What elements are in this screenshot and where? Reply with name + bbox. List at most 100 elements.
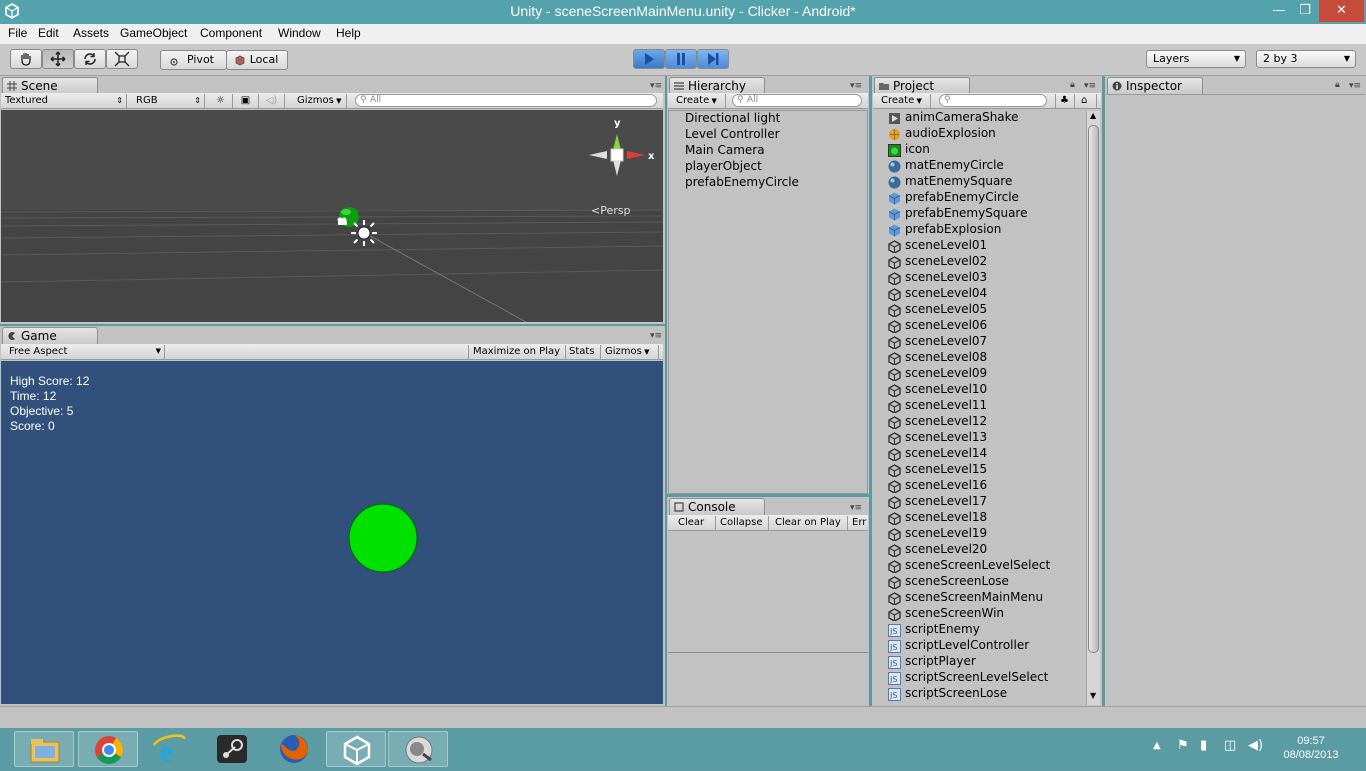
taskbar-steam[interactable] [202, 731, 262, 767]
taskbar-chrome[interactable] [78, 731, 138, 767]
taskbar-file-explorer[interactable] [14, 731, 74, 767]
project-item-scene-level20[interactable]: sceneLevel20 [905, 542, 987, 556]
game-viewport[interactable]: High Score: 12 Time: 12 Objective: 5 Sco… [1, 361, 663, 704]
project-item-scene-level19[interactable]: sceneLevel19 [905, 526, 987, 540]
persp-label[interactable]: <Persp [591, 204, 630, 217]
maximize-on-play-toggle[interactable]: Maximize on Play [468, 345, 566, 359]
stats-toggle[interactable]: Stats [565, 345, 601, 359]
project-item-mat-enemy-square[interactable]: matEnemySquare [905, 174, 1012, 188]
lock-icon[interactable]: 🔒︎ [1335, 80, 1340, 90]
project-item-scene-screen-lose[interactable]: sceneScreenLose [905, 574, 1009, 588]
lighting-toggle[interactable]: ☼ [209, 94, 233, 108]
volume-icon[interactable]: ◀) [1248, 738, 1263, 753]
layout-dropdown[interactable]: 2 by 3 ▼ [1256, 50, 1356, 68]
scroll-down-icon[interactable]: ▼ [1090, 691, 1096, 700]
console-detail-area[interactable] [668, 654, 868, 705]
project-item-scene-level07[interactable]: sceneLevel07 [905, 334, 987, 348]
console-error-pause-toggle[interactable]: Err [848, 516, 868, 530]
panel-menu-icon[interactable]: ▾≡ [850, 503, 862, 513]
console-clear-button[interactable]: Clear [674, 516, 716, 530]
move-tool-button[interactable] [42, 49, 74, 69]
menu-component[interactable]: Component [200, 26, 262, 40]
menu-edit[interactable]: Edit [38, 26, 59, 40]
scroll-up-icon[interactable]: ▲ [1090, 111, 1096, 120]
hierarchy-search-input[interactable]: ⚲ All [732, 94, 862, 107]
panel-menu-icon[interactable]: ▾≡ [650, 331, 662, 341]
panel-menu-icon[interactable]: ▾≡ [1349, 81, 1361, 91]
project-item-scene-level04[interactable]: sceneLevel04 [905, 286, 987, 300]
console-log-area[interactable] [668, 533, 868, 653]
console-clear-on-play-toggle[interactable]: Clear on Play [771, 516, 848, 530]
project-item-prefab-enemy-square[interactable]: prefabEnemySquare [905, 206, 1027, 220]
show-hidden-icons-icon[interactable]: ▲ [1153, 740, 1161, 751]
panel-menu-icon[interactable]: ▾≡ [850, 81, 862, 91]
battery-icon[interactable]: ▮ [1200, 738, 1207, 753]
menu-help[interactable]: Help [336, 26, 361, 40]
menu-gameobject[interactable]: GameObject [120, 26, 187, 40]
shading-dropdown[interactable]: Textured ⇕ [1, 94, 127, 108]
panel-menu-icon[interactable]: ▾≡ [1084, 81, 1096, 91]
project-item-scene-level18[interactable]: sceneLevel18 [905, 510, 987, 524]
taskbar-firefox[interactable] [264, 731, 324, 767]
taskbar-unity[interactable] [326, 731, 386, 767]
hierarchy-item-main-camera[interactable]: Main Camera [685, 143, 765, 157]
step-button[interactable] [697, 49, 729, 69]
hierarchy-item-player-object[interactable]: playerObject [685, 159, 762, 173]
project-scroll-thumb[interactable] [1088, 125, 1099, 653]
project-item-mat-enemy-circle[interactable]: matEnemyCircle [905, 158, 1004, 172]
layers-dropdown[interactable]: Layers ▼ [1146, 50, 1246, 68]
pivot-toggle[interactable]: Pivot [160, 50, 227, 70]
panel-menu-icon[interactable]: ▾≡ [650, 81, 662, 91]
project-item-scene-level13[interactable]: sceneLevel13 [905, 430, 987, 444]
project-item-icon[interactable]: icon [905, 142, 930, 156]
project-item-script-screen-lose[interactable]: scriptScreenLose [905, 686, 1007, 700]
menu-window[interactable]: Window [278, 26, 321, 40]
minimize-button[interactable]: — [1266, 0, 1292, 22]
image-effects-toggle[interactable]: ▣ [233, 94, 259, 108]
pause-button[interactable] [665, 49, 697, 69]
game-gizmos-dropdown[interactable]: Gizmos ▼ [601, 345, 659, 359]
project-scrollbar[interactable]: ▲ ▼ [1086, 111, 1100, 705]
project-item-scene-level09[interactable]: sceneLevel09 [905, 366, 987, 380]
project-item-script-screen-level-select[interactable]: scriptScreenLevelSelect [905, 670, 1048, 684]
taskbar-internet-explorer[interactable]: e [140, 731, 200, 768]
project-item-scene-level12[interactable]: sceneLevel12 [905, 414, 987, 428]
project-search-input[interactable]: ⚲ [939, 94, 1047, 107]
project-item-script-enemy[interactable]: scriptEnemy [905, 622, 980, 636]
gizmos-dropdown[interactable]: Gizmos ▼ [293, 94, 347, 108]
taskbar-monodevelop[interactable] [388, 731, 448, 767]
action-center-flag-icon[interactable]: ⚑ [1177, 738, 1189, 753]
filter-by-type-button[interactable]: ♣ [1055, 94, 1075, 108]
hierarchy-item-level-controller[interactable]: Level Controller [685, 127, 780, 141]
aspect-dropdown[interactable]: Free Aspect ▼ [5, 345, 165, 359]
system-clock[interactable]: 09:57 08/08/2013 [1276, 734, 1346, 762]
project-item-scene-level05[interactable]: sceneLevel05 [905, 302, 987, 316]
menu-assets[interactable]: Assets [73, 26, 109, 40]
project-item-script-player[interactable]: scriptPlayer [905, 654, 976, 668]
scene-viewport[interactable]: y x <Persp [1, 110, 663, 322]
lock-icon[interactable]: 🔒︎ [1070, 80, 1075, 90]
menu-file[interactable]: File [8, 26, 27, 40]
tab-inspector[interactable]: Inspector [1107, 77, 1203, 95]
project-item-scene-level03[interactable]: sceneLevel03 [905, 270, 987, 284]
project-item-scene-level14[interactable]: sceneLevel14 [905, 446, 987, 460]
project-item-scene-level15[interactable]: sceneLevel15 [905, 462, 987, 476]
project-item-scene-level16[interactable]: sceneLevel16 [905, 478, 987, 492]
local-toggle[interactable]: Local [226, 50, 288, 70]
project-create-dropdown[interactable]: Create ▼ [877, 94, 931, 108]
project-item-script-level-controller[interactable]: scriptLevelController [905, 638, 1029, 652]
render-mode-dropdown[interactable]: RGB ⇕ [132, 94, 205, 108]
project-item-scene-level08[interactable]: sceneLevel08 [905, 350, 987, 364]
network-icon[interactable]: ◫ [1224, 738, 1236, 753]
tab-game[interactable]: Game [2, 327, 98, 345]
directional-light-icon[interactable] [349, 218, 379, 248]
project-item-scene-level06[interactable]: sceneLevel06 [905, 318, 987, 332]
project-item-scene-level01[interactable]: sceneLevel01 [905, 238, 987, 252]
maximize-button[interactable]: ❐ [1292, 0, 1318, 22]
project-item-scene-level11[interactable]: sceneLevel11 [905, 398, 987, 412]
project-item-scene-level10[interactable]: sceneLevel10 [905, 382, 987, 396]
play-button[interactable] [633, 49, 665, 69]
rotate-tool-button[interactable] [74, 49, 106, 69]
scene-search-input[interactable]: ⚲ All [355, 94, 657, 107]
hierarchy-item-prefab-enemy-circle[interactable]: prefabEnemyCircle [685, 175, 799, 189]
